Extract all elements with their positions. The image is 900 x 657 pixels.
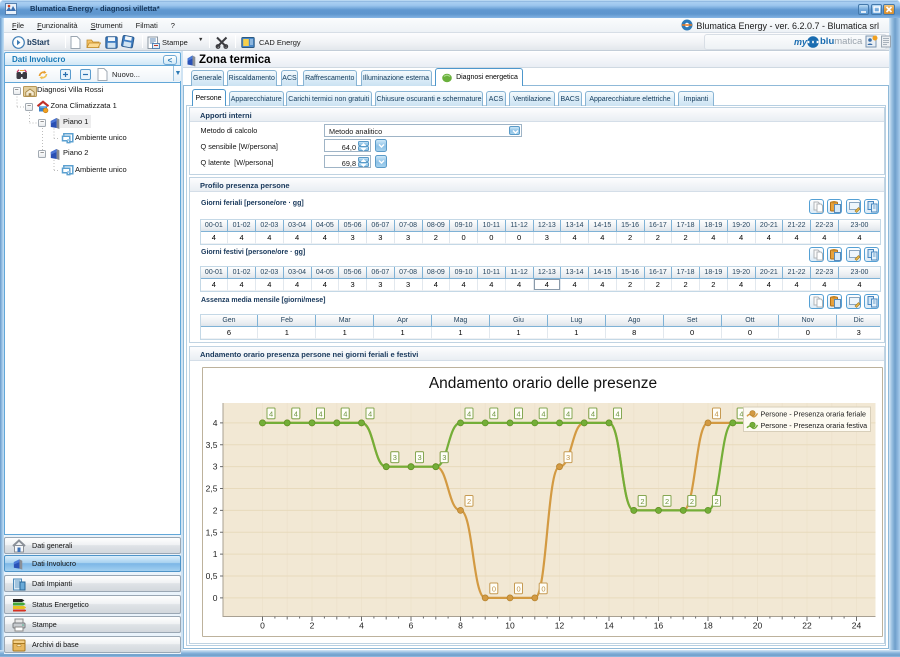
- svg-text:2: 2: [665, 497, 669, 506]
- svg-text:1: 1: [212, 549, 217, 559]
- svg-text:4: 4: [491, 410, 495, 419]
- svg-text:1,5: 1,5: [205, 527, 217, 537]
- svg-text:3,5: 3,5: [205, 440, 217, 450]
- svg-text:8: 8: [458, 621, 463, 631]
- svg-text:0,5: 0,5: [205, 571, 217, 581]
- svg-text:2: 2: [640, 497, 644, 506]
- svg-text:0: 0: [541, 585, 545, 594]
- svg-text:4: 4: [615, 410, 619, 419]
- svg-text:3: 3: [442, 453, 446, 462]
- svg-text:Persone - Presenza oraria fest: Persone - Presenza oraria festiva: [760, 421, 867, 430]
- svg-text:20: 20: [752, 621, 762, 631]
- svg-text:2: 2: [467, 497, 471, 506]
- svg-text:2: 2: [714, 497, 718, 506]
- svg-text:4: 4: [467, 410, 471, 419]
- svg-text:2: 2: [309, 621, 314, 631]
- svg-text:3: 3: [566, 453, 570, 462]
- svg-text:18: 18: [703, 621, 713, 631]
- svg-text:3: 3: [392, 453, 396, 462]
- svg-text:2,5: 2,5: [205, 484, 217, 494]
- svg-text:4: 4: [293, 410, 297, 419]
- svg-text:22: 22: [802, 621, 812, 631]
- svg-text:4: 4: [368, 410, 372, 419]
- svg-text:6: 6: [408, 621, 413, 631]
- svg-text:14: 14: [604, 621, 614, 631]
- svg-text:16: 16: [653, 621, 663, 631]
- svg-text:4: 4: [212, 418, 217, 428]
- svg-text:3: 3: [212, 462, 217, 472]
- svg-text:4: 4: [318, 410, 322, 419]
- svg-text:12: 12: [554, 621, 564, 631]
- svg-text:3: 3: [417, 453, 421, 462]
- svg-text:4: 4: [359, 621, 364, 631]
- svg-text:Persone - Presenza oraria feri: Persone - Presenza oraria feriale: [760, 409, 865, 418]
- svg-text:4: 4: [566, 410, 570, 419]
- svg-text:2: 2: [689, 497, 693, 506]
- svg-text:2: 2: [212, 505, 217, 515]
- svg-text:0: 0: [516, 585, 520, 594]
- svg-text:4: 4: [269, 410, 273, 419]
- svg-text:0: 0: [260, 621, 265, 631]
- svg-text:4: 4: [516, 410, 520, 419]
- svg-text:10: 10: [505, 621, 515, 631]
- svg-text:Andamento orario delle presenz: Andamento orario delle presenze: [428, 375, 656, 392]
- svg-text:0: 0: [212, 593, 217, 603]
- svg-text:4: 4: [590, 410, 594, 419]
- svg-text:4: 4: [343, 410, 347, 419]
- svg-text:4: 4: [541, 410, 545, 419]
- svg-text:4: 4: [714, 410, 718, 419]
- svg-text:0: 0: [491, 585, 495, 594]
- svg-text:4: 4: [739, 410, 743, 419]
- svg-text:24: 24: [851, 621, 861, 631]
